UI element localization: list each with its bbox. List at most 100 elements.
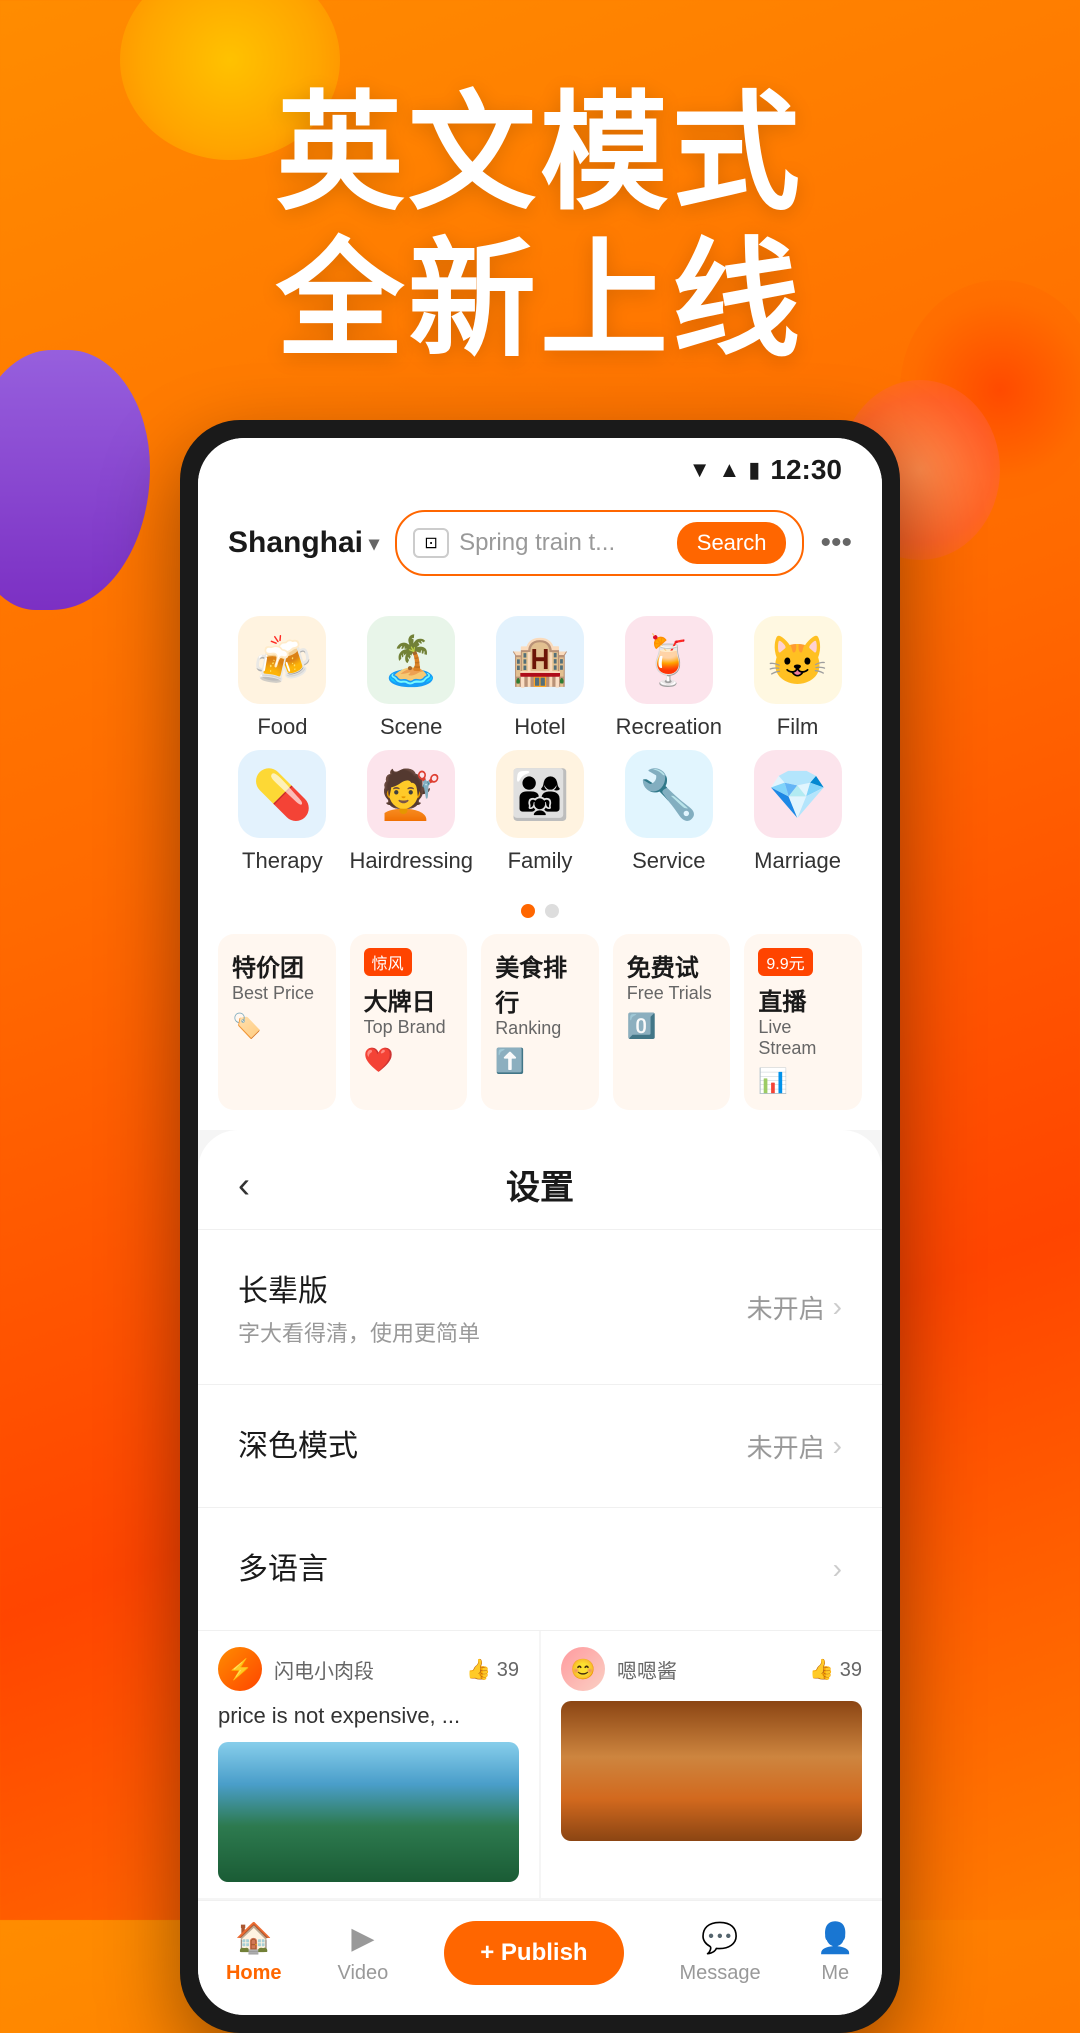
nav-home-label: Home <box>226 1962 282 1985</box>
location-button[interactable]: Shanghai ▾ <box>228 526 379 560</box>
category-film[interactable]: 😺 Film <box>738 616 858 740</box>
promo-live-stream-cn: 直播 <box>758 982 848 1017</box>
search-input-placeholder[interactable]: Spring train t... <box>459 529 667 557</box>
category-scene[interactable]: 🏝️ Scene <box>351 616 471 740</box>
settings-elder-mode[interactable]: 长辈版 字大看得清，使用更简单 未开启 › <box>198 1230 882 1385</box>
category-scene-label: Scene <box>380 714 442 740</box>
category-marriage[interactable]: 💎 Marriage <box>738 750 858 874</box>
nav-me[interactable]: 👤 Me <box>817 1921 854 1985</box>
settings-elder-mode-title: 长辈版 <box>238 1266 747 1310</box>
phone-mockup: ▼ ▲ ▮ 12:30 Shanghai ▾ ⊡ Spring train t.… <box>180 420 900 2033</box>
search-bar[interactable]: ⊡ Spring train t... Search <box>395 510 804 576</box>
therapy-icon: 💊 <box>238 750 326 838</box>
dot-active <box>521 904 535 918</box>
settings-language-title: 多语言 <box>238 1544 833 1588</box>
settings-title: 设置 <box>288 1160 792 1209</box>
family-icon: 👨‍👩‍👧 <box>496 750 584 838</box>
category-recreation[interactable]: 🍹 Recreation <box>609 616 729 740</box>
promo-free-trials[interactable]: 免费试 Free Trials 0️⃣ <box>613 934 731 1110</box>
promo-best-price-cn: 特价团 <box>232 948 322 983</box>
hotel-icon: 🏨 <box>496 616 584 704</box>
hero-line1: 英文模式 <box>0 80 1080 227</box>
promo-section: 特价团 Best Price 🏷️ 惊风 大牌日 Top Brand ❤️ 美食… <box>198 934 882 1130</box>
pagination-dots <box>198 894 882 934</box>
hairdressing-icon: 💇 <box>367 750 455 838</box>
category-film-label: Film <box>777 714 819 740</box>
back-button[interactable]: ‹ <box>238 1164 288 1206</box>
category-hotel[interactable]: 🏨 Hotel <box>480 616 600 740</box>
category-service[interactable]: 🔧 Service <box>609 750 729 874</box>
home-icon: 🏠 <box>235 1921 272 1956</box>
service-icon: 🔧 <box>625 750 713 838</box>
promo-top-brand[interactable]: 惊风 大牌日 Top Brand ❤️ <box>350 934 468 1110</box>
promo-top-brand-badge: 惊风 <box>364 948 412 976</box>
content-preview: ⚡ 闪电小肉段 👍 39 price is not expensive, ...… <box>198 1631 882 1900</box>
hero-section: 英文模式 全新上线 <box>0 80 1080 374</box>
bottom-navigation: 🏠 Home ▶ Video + Publish 💬 Message 👤 Me <box>198 1900 882 2015</box>
promo-best-price[interactable]: 特价团 Best Price 🏷️ <box>218 934 336 1110</box>
promo-top-brand-en: Top Brand <box>364 1017 454 1038</box>
preview-item-2[interactable]: 😊 嗯嗯酱 👍 39 <box>541 1631 882 1898</box>
promo-free-trials-en: Free Trials <box>627 983 717 1004</box>
promo-free-trials-cn: 免费试 <box>627 948 717 983</box>
promo-live-stream-en: Live Stream <box>758 1017 848 1059</box>
phone-screen: ▼ ▲ ▮ 12:30 Shanghai ▾ ⊡ Spring train t.… <box>198 438 882 2015</box>
category-family[interactable]: 👨‍👩‍👧 Family <box>480 750 600 874</box>
preview-user-1: ⚡ 闪电小肉段 👍 39 <box>218 1647 519 1691</box>
promo-ranking[interactable]: 美食排行 Ranking ⬆️ <box>481 934 599 1110</box>
film-icon: 😺 <box>754 616 842 704</box>
publish-button[interactable]: + Publish <box>444 1921 623 1985</box>
promo-live-stream-icon: 📊 <box>758 1067 848 1096</box>
category-family-label: Family <box>508 848 573 874</box>
preview-image-mountain <box>218 1742 519 1882</box>
category-hairdressing[interactable]: 💇 Hairdressing <box>351 750 471 874</box>
search-button[interactable]: Search <box>677 522 787 564</box>
promo-live-stream[interactable]: 9.9元 直播 Live Stream 📊 <box>744 934 862 1110</box>
category-recreation-label: Recreation <box>616 714 722 740</box>
promo-ranking-en: Ranking <box>495 1018 585 1039</box>
preview-title-1: price is not expensive, ... <box>218 1701 519 1732</box>
scene-icon: 🏝️ <box>367 616 455 704</box>
chevron-down-icon: ▾ <box>369 531 379 556</box>
nav-home[interactable]: 🏠 Home <box>226 1921 282 1985</box>
recreation-icon: 🍹 <box>625 616 713 704</box>
preview-username-2: 嗯嗯酱 <box>617 1655 677 1684</box>
background-blob-purple <box>0 350 150 610</box>
scan-icon: ⊡ <box>413 528 449 558</box>
preview-avatar-1: ⚡ <box>218 1647 262 1691</box>
promo-ranking-icon: ⬆️ <box>495 1047 585 1076</box>
settings-elder-mode-right: 未开启 › <box>747 1289 842 1326</box>
nav-me-label: Me <box>821 1962 849 1985</box>
settings-language[interactable]: 多语言 › <box>198 1508 882 1631</box>
promo-ranking-cn: 美食排行 <box>495 948 585 1018</box>
nav-message[interactable]: 💬 Message <box>680 1921 761 1985</box>
status-time: 12:30 <box>770 454 842 486</box>
nav-video[interactable]: ▶ Video <box>337 1921 388 1985</box>
settings-language-content: 多语言 <box>238 1544 833 1594</box>
signal-icon: ▲ <box>718 457 740 483</box>
category-row-2: 💊 Therapy 💇 Hairdressing 👨‍👩‍👧 Family 🔧 … <box>218 750 862 874</box>
category-food[interactable]: 🍻 Food <box>222 616 342 740</box>
preview-user-2: 😊 嗯嗯酱 👍 39 <box>561 1647 862 1691</box>
category-service-label: Service <box>632 848 705 874</box>
category-therapy[interactable]: 💊 Therapy <box>222 750 342 874</box>
nav-video-label: Video <box>337 1962 388 1985</box>
promo-best-price-en: Best Price <box>232 983 322 1004</box>
settings-dark-mode[interactable]: 深色模式 未开启 › <box>198 1385 882 1508</box>
video-icon: ▶ <box>351 1921 374 1956</box>
promo-top-brand-icon: ❤️ <box>364 1046 454 1075</box>
preview-item-1[interactable]: ⚡ 闪电小肉段 👍 39 price is not expensive, ... <box>198 1631 539 1898</box>
app-header: Shanghai ▾ ⊡ Spring train t... Search ••… <box>198 494 882 596</box>
settings-language-right: › <box>833 1553 842 1585</box>
message-icon: 💬 <box>701 1921 738 1956</box>
category-food-label: Food <box>257 714 307 740</box>
more-button[interactable]: ••• <box>820 526 852 560</box>
settings-header: ‹ 设置 <box>198 1130 882 1230</box>
nav-message-label: Message <box>680 1962 761 1985</box>
phone-outer-frame: ▼ ▲ ▮ 12:30 Shanghai ▾ ⊡ Spring train t.… <box>180 420 900 2033</box>
category-therapy-label: Therapy <box>242 848 323 874</box>
categories-section: 🍻 Food 🏝️ Scene 🏨 Hotel 🍹 Recreation <box>198 596 882 894</box>
settings-elder-mode-content: 长辈版 字大看得清，使用更简单 <box>238 1266 747 1348</box>
settings-panel: ‹ 设置 长辈版 字大看得清，使用更简单 未开启 › <box>198 1130 882 1631</box>
preview-image-food <box>561 1701 862 1841</box>
